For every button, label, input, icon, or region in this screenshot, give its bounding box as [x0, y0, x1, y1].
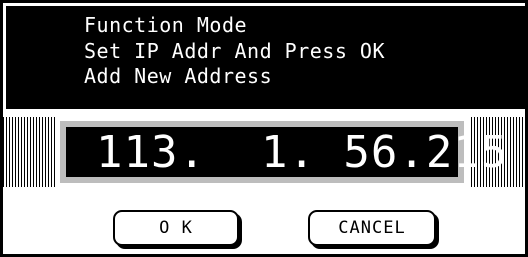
instruction-text: Set IP Addr And Press OK [84, 39, 385, 63]
ok-button[interactable]: O K [113, 210, 239, 246]
ip-address-field[interactable]: 113. 1. 56.215 [60, 121, 507, 183]
message-header: Function Mode Set IP Addr And Press OK A… [6, 6, 528, 109]
ip-address-value: 113. 1. 56.215 [96, 127, 509, 178]
subtitle-text: Add New Address [84, 64, 273, 88]
cancel-button[interactable]: CANCEL [308, 210, 436, 246]
mode-title: Function Mode [84, 13, 248, 37]
